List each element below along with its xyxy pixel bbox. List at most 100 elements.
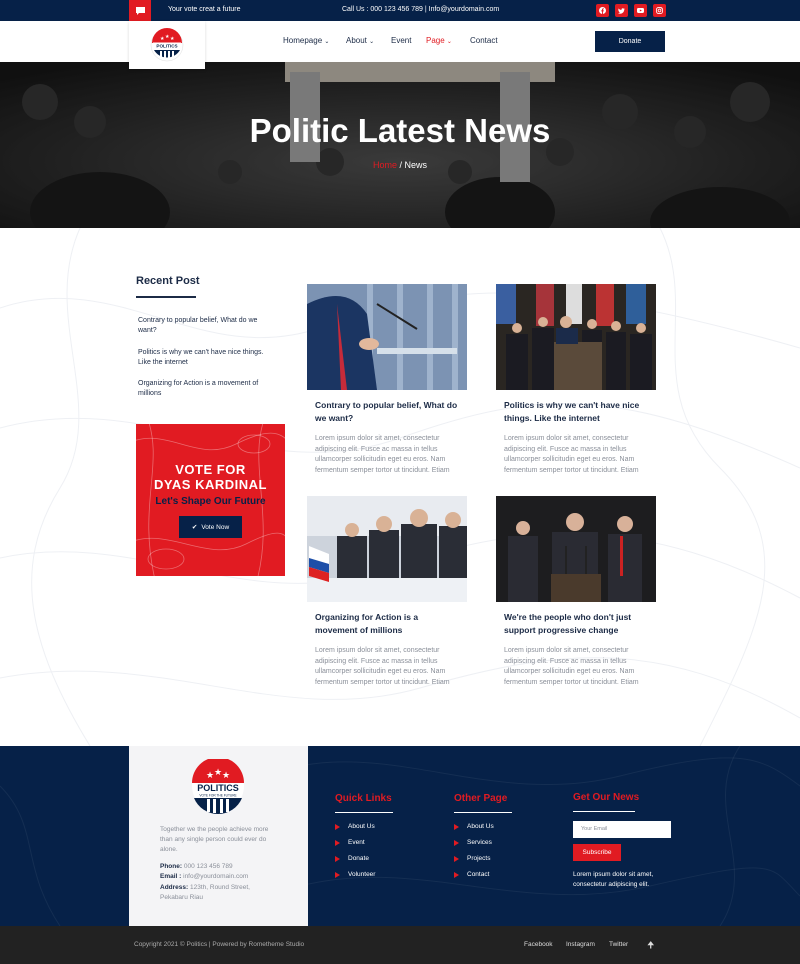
news-image-speaker-group[interactable] xyxy=(496,496,656,602)
footer-address: Address: 123th, Round Street, Pekabaru R… xyxy=(160,884,250,901)
triangle-right-icon xyxy=(454,855,459,862)
footer-email: Email : info@yourdomain.com xyxy=(160,873,249,880)
bottom-link-facebook[interactable]: Facebook xyxy=(524,941,553,948)
breadcrumb-current: News xyxy=(404,160,428,170)
breadcrumb-home[interactable]: Home xyxy=(373,160,397,170)
footer-logo-tagline: VOTE FOR THE FUTURE xyxy=(199,794,236,798)
donate-button[interactable]: Donate xyxy=(595,31,665,52)
news-title[interactable]: Contrary to popular belief, What do we w… xyxy=(307,399,467,424)
footer-link[interactable]: Contact xyxy=(454,871,489,878)
politics-logo-icon: ★ ★ ★ POLITICS VOTE FOR THE FUTURE xyxy=(192,757,244,814)
news-image-conference-table[interactable] xyxy=(307,496,467,602)
check-icon: ✔ xyxy=(191,524,198,531)
svg-text:★: ★ xyxy=(206,771,214,781)
site-logo[interactable]: ★ ★ ★ POLITICS xyxy=(129,21,205,69)
newsletter-heading: Get Our News xyxy=(573,792,640,803)
heading-underline xyxy=(335,812,393,813)
news-card[interactable]: Contrary to popular belief, What do we w… xyxy=(307,284,467,476)
news-excerpt: Lorem ipsum dolor sit amet, consectetur … xyxy=(504,647,639,686)
triangle-right-icon xyxy=(454,871,459,878)
footer-about-box: ★ ★ ★ POLITICS VOTE FOR THE FUTURE Toget… xyxy=(129,746,308,926)
politics-logo-icon: ★ ★ ★ POLITICS xyxy=(150,28,184,62)
bottom-bar: Copyright 2021 © Politics | Powered by R… xyxy=(0,926,800,964)
footer-logo[interactable]: ★ ★ ★ POLITICS VOTE FOR THE FUTURE xyxy=(191,757,245,815)
vote-banner: VOTE FOR DYAS KARDINAL Let's Shape Our Fu… xyxy=(136,424,285,576)
news-excerpt: Lorem ipsum dolor sit amet, consectetur … xyxy=(315,647,450,686)
nav-item-homepage[interactable]: Homepage ⌄ xyxy=(283,36,329,45)
news-title[interactable]: Politics is why we can't have nice thing… xyxy=(496,399,656,424)
nav-item-about[interactable]: About ⌄ xyxy=(346,36,374,45)
triangle-right-icon xyxy=(454,839,459,846)
news-card[interactable]: Organizing for Action is a movement of m… xyxy=(307,496,467,688)
footer-link[interactable]: Projects xyxy=(454,855,490,862)
copyright-text: Copyright 2021 © Politics | Powered by R… xyxy=(134,941,305,948)
chat-icon[interactable] xyxy=(129,0,151,21)
subscribe-button[interactable]: Subscribe xyxy=(573,844,621,861)
top-tagline: Your vote creat a future xyxy=(168,6,241,13)
page-title: Politic Latest News xyxy=(249,112,551,149)
top-contact-info: Call Us : 000 123 456 789 | Info@yourdom… xyxy=(342,6,500,13)
bottom-link-instagram[interactable]: Instagram xyxy=(566,941,595,948)
bottom-link-twitter[interactable]: Twitter xyxy=(609,941,628,948)
vote-slogan: Let's Shape Our Future xyxy=(155,496,266,507)
newsletter-text: Lorem ipsum dolor sit amet, consectetur … xyxy=(573,871,654,888)
svg-text:★: ★ xyxy=(214,768,222,778)
triangle-right-icon xyxy=(335,839,340,846)
news-title[interactable]: Organizing for Action is a movement of m… xyxy=(307,611,467,636)
svg-text:★: ★ xyxy=(170,36,175,42)
footer-link[interactable]: Donate xyxy=(335,855,369,862)
instagram-icon[interactable] xyxy=(653,4,666,17)
breadcrumb: Home / News xyxy=(0,160,800,170)
nav-item-page[interactable]: Page ⌄ xyxy=(426,36,452,45)
breadcrumb-separator: / xyxy=(399,160,402,170)
twitter-icon[interactable] xyxy=(615,4,628,17)
triangle-right-icon xyxy=(335,871,340,878)
news-excerpt: Lorem ipsum dolor sit amet, consectetur … xyxy=(315,435,450,474)
vote-now-button[interactable]: ✔ Vote Now xyxy=(179,516,242,538)
footer-link[interactable]: Services xyxy=(454,839,492,846)
news-excerpt: Lorem ipsum dolor sit amet, consectetur … xyxy=(504,435,639,474)
chevron-down-icon: ⌄ xyxy=(369,39,375,45)
footer-phone: Phone: 000 123 456 789 xyxy=(160,863,233,870)
main-navbar: Homepage ⌄ About ⌄ Event Page ⌄ Contact … xyxy=(0,21,800,62)
footer: ★ ★ ★ POLITICS VOTE FOR THE FUTURE Toget… xyxy=(0,746,800,926)
news-content: Recent Post Contrary to popular belief, … xyxy=(0,228,800,746)
footer-link[interactable]: About Us xyxy=(335,823,375,830)
vote-heading: VOTE FOR DYAS KARDINAL xyxy=(154,462,267,492)
recent-post-link[interactable]: Politics is why we can't have nice thing… xyxy=(138,348,268,368)
footer-link[interactable]: About Us xyxy=(454,823,494,830)
footer-topographic-background xyxy=(0,746,800,926)
recent-post-heading: Recent Post xyxy=(136,275,200,287)
heading-underline xyxy=(136,296,196,298)
footer-description: Together we the people achieve more than… xyxy=(160,826,269,853)
news-card[interactable]: We're the people who don't just support … xyxy=(496,496,656,688)
hero-banner: Politic Latest News Home / News xyxy=(0,62,800,228)
svg-text:★: ★ xyxy=(222,771,230,781)
other-page-heading: Other Page xyxy=(454,793,508,804)
logo-wordmark: POLITICS xyxy=(156,43,177,48)
news-title[interactable]: We're the people who don't just support … xyxy=(496,611,656,636)
email-field[interactable]: Your Email xyxy=(573,821,671,838)
facebook-icon[interactable] xyxy=(596,4,609,17)
heading-underline xyxy=(573,811,635,812)
footer-link[interactable]: Event xyxy=(335,839,365,846)
recent-post-link[interactable]: Contrary to popular belief, What do we w… xyxy=(138,316,268,336)
nav-item-contact[interactable]: Contact xyxy=(470,36,498,45)
footer-link[interactable]: Volunteer xyxy=(335,871,375,878)
footer-logo-wordmark: POLITICS xyxy=(197,783,239,793)
nav-item-event[interactable]: Event xyxy=(391,36,411,45)
triangle-right-icon xyxy=(454,823,459,830)
quick-links-heading: Quick Links xyxy=(335,793,392,804)
recent-post-link[interactable]: Organizing for Action is a movement of m… xyxy=(138,379,268,399)
chevron-down-icon: ⌄ xyxy=(446,39,452,45)
top-bar: Your vote creat a future Call Us : 000 1… xyxy=(0,0,800,21)
triangle-right-icon xyxy=(335,823,340,830)
news-card[interactable]: Politics is why we can't have nice thing… xyxy=(496,284,656,476)
chevron-down-icon: ⌄ xyxy=(324,39,330,45)
news-image-press-conference[interactable] xyxy=(496,284,656,390)
arrow-up-icon[interactable]: 🠉 xyxy=(647,938,654,954)
triangle-right-icon xyxy=(335,855,340,862)
youtube-icon[interactable] xyxy=(634,4,647,17)
news-image-podium-speaker[interactable] xyxy=(307,284,467,390)
heading-underline xyxy=(454,812,512,813)
